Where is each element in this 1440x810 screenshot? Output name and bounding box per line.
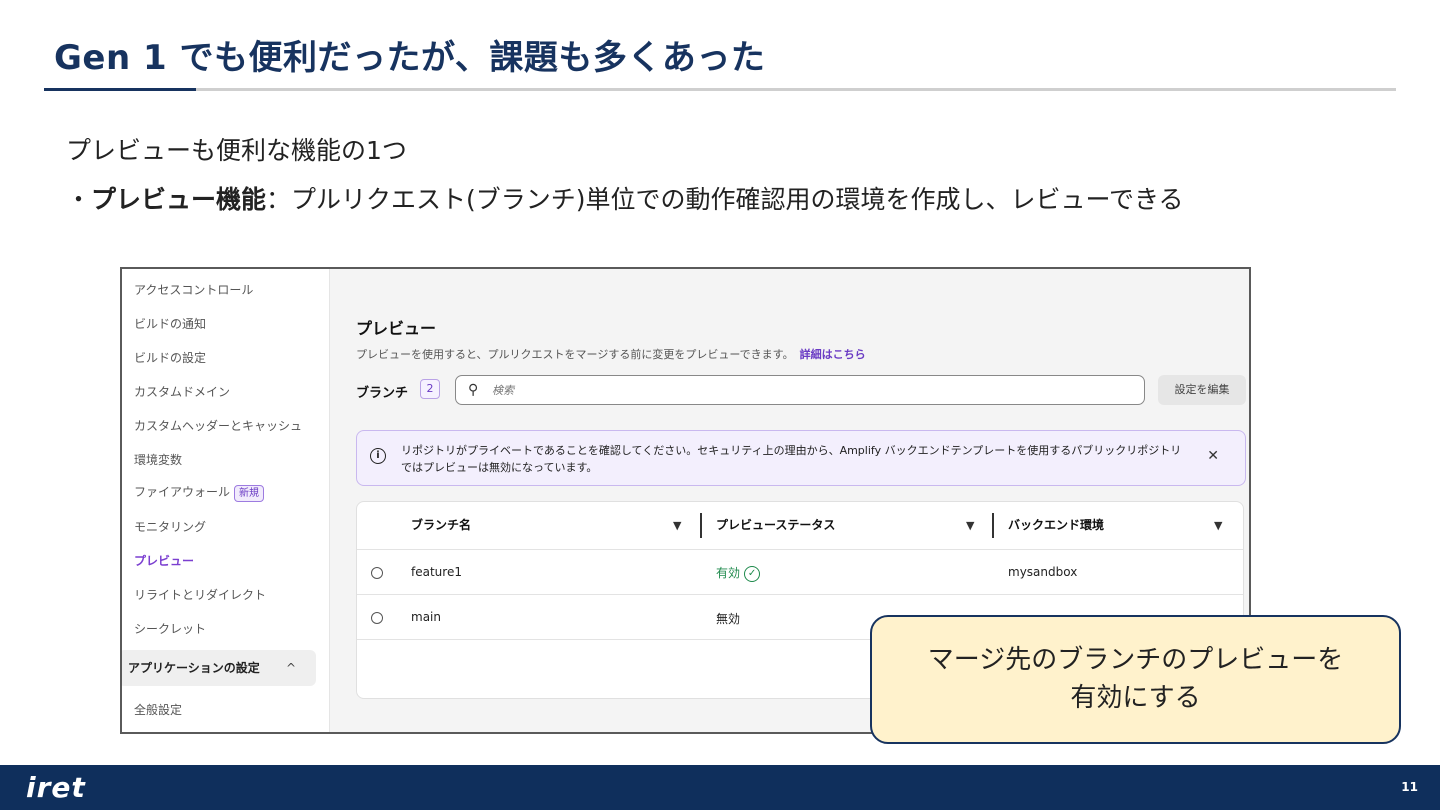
iret-logo: iret — [26, 771, 86, 804]
sidebar-item-general-settings[interactable]: 全般設定 — [134, 701, 182, 718]
callout-line: 有効にする — [1070, 683, 1201, 713]
column-divider[interactable] — [992, 513, 994, 538]
column-divider[interactable] — [700, 513, 702, 538]
info-alert: i リポジトリがプライベートであることを確認してください。セキュリティ上の理由か… — [356, 430, 1246, 486]
bullet-bold: プレビュー機能 — [91, 185, 267, 214]
sort-caret-icon: ▼ — [966, 519, 975, 532]
title-divider — [44, 88, 1396, 91]
sort-caret-icon: ▼ — [1214, 519, 1223, 532]
preview-status: 無効 — [716, 612, 741, 626]
title-divider-accent — [44, 88, 196, 91]
sidebar-item-build-settings[interactable]: ビルドの設定 — [134, 349, 206, 366]
search-icon: ⚲ — [468, 382, 479, 398]
branch-name: feature1 — [411, 565, 462, 579]
new-badge: 新規 — [234, 485, 265, 502]
sidebar-item-rewrites[interactable]: リライトとリダイレクト — [134, 586, 266, 603]
sidebar-item-secrets[interactable]: シークレット — [134, 620, 206, 637]
branch-name: main — [411, 610, 441, 624]
backend-env: mysandbox — [1008, 565, 1078, 579]
intro-text: プレビューも便利な機能の1つ — [66, 136, 407, 165]
check-circle-icon: ✓ — [744, 565, 761, 582]
column-header-status[interactable]: プレビューステータス ▼ — [716, 502, 976, 549]
column-header-branch[interactable]: ブランチ名 ▼ — [411, 502, 686, 549]
sidebar-item-firewall[interactable]: ファイアウォール 新規 — [134, 483, 265, 502]
search-input[interactable] — [492, 381, 1092, 399]
sort-caret-icon: ▼ — [673, 519, 682, 532]
sidebar-item-env-vars[interactable]: 環境変数 — [134, 451, 182, 468]
column-label: バックエンド環境 — [1008, 518, 1105, 532]
column-header-backend[interactable]: バックエンド環境 ▼ — [1008, 502, 1228, 549]
bullet-line: ・プレビュー機能：プルリクエスト(ブランチ)単位での動作確認用の環境を作成し、レ… — [66, 180, 1184, 216]
row-divider — [357, 594, 1243, 595]
sidebar-item-label: ファイアウォール — [134, 485, 231, 499]
page-title: プレビュー — [356, 319, 437, 338]
callout-line: マージ先のブランチのプレビューを — [927, 645, 1344, 675]
page-description: プレビューを使用すると、プルリクエストをマージする前に変更をプレビューできます。… — [356, 346, 866, 362]
page-number: 11 — [1401, 780, 1418, 794]
sidebar-item-custom-domain[interactable]: カスタムドメイン — [134, 383, 230, 400]
section-label: アプリケーションの設定 — [128, 661, 260, 675]
info-icon: i — [370, 448, 386, 464]
branch-label: ブランチ — [356, 386, 409, 401]
column-label: ブランチ名 — [411, 518, 472, 532]
sidebar: アクセスコントロール ビルドの通知 ビルドの設定 カスタムドメイン カスタムヘッ… — [122, 269, 330, 732]
callout-box: マージ先のブランチのプレビューを 有効にする — [870, 615, 1401, 744]
alert-message: リポジトリがプライベートであることを確認してください。セキュリティ上の理由から、… — [401, 444, 1182, 474]
learn-more-link[interactable]: 詳細はこちら — [800, 348, 866, 361]
slide-title: Gen 1 でも便利だったが、課題も多くあった — [54, 38, 766, 78]
row-radio[interactable] — [371, 567, 383, 579]
row-radio[interactable] — [371, 612, 383, 624]
row-divider — [357, 549, 1243, 550]
sidebar-item-preview[interactable]: プレビュー — [134, 552, 194, 569]
sidebar-item-monitoring[interactable]: モニタリング — [134, 518, 206, 535]
preview-status: 有効 ✓ — [716, 564, 761, 582]
sidebar-item-access-control[interactable]: アクセスコントロール — [134, 281, 253, 298]
sidebar-section-app-settings[interactable]: アプリケーションの設定 ^ — [122, 650, 316, 686]
column-label: プレビューステータス — [716, 518, 836, 532]
status-text: 有効 — [716, 566, 741, 580]
bullet-text: ：プルリクエスト(ブランチ)単位での動作確認用の環境を作成し、レビューできる — [266, 185, 1184, 214]
footer-bar: iret 11 — [0, 765, 1440, 810]
branch-count-badge: 2 — [420, 379, 440, 399]
close-icon[interactable]: ✕ — [1207, 448, 1219, 464]
chevron-up-icon: ^ — [285, 661, 296, 675]
search-box[interactable]: ⚲ — [455, 375, 1145, 405]
bullet-prefix: ・ — [66, 185, 92, 214]
description-text: プレビューを使用すると、プルリクエストをマージする前に変更をプレビューできます。 — [356, 348, 794, 361]
sidebar-item-build-notifications[interactable]: ビルドの通知 — [134, 315, 206, 332]
sidebar-item-custom-headers[interactable]: カスタムヘッダーとキャッシュ — [134, 417, 302, 434]
edit-settings-button[interactable]: 設定を編集 — [1158, 375, 1246, 405]
